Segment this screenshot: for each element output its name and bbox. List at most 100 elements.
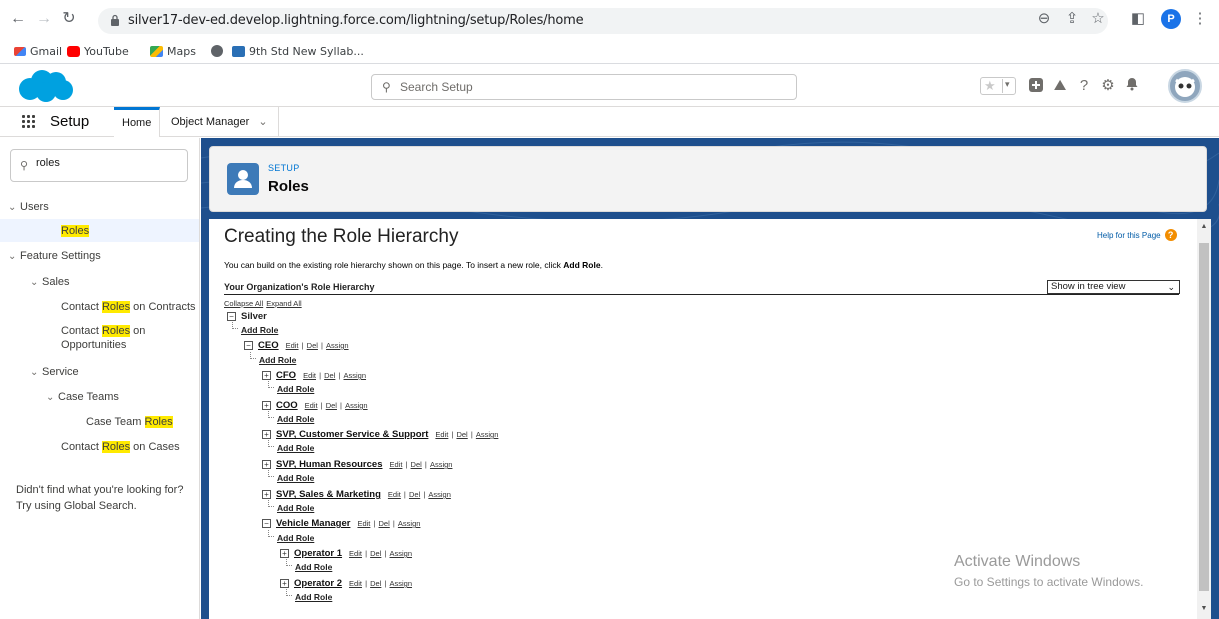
role-link-svp-customer-service[interactable]: SVP, Customer Service & Support — [276, 429, 428, 440]
role-link-operator-1[interactable]: Operator 1 — [294, 548, 342, 559]
gear-icon[interactable]: ⚙ — [1099, 77, 1117, 95]
edit-link[interactable]: Edit — [305, 401, 318, 410]
tree-node-service[interactable]: ⌄ Service — [30, 365, 79, 380]
tree-node-roles-selected[interactable] — [0, 219, 199, 242]
edit-link[interactable]: Edit — [349, 579, 362, 588]
role-link-svp-sales-marketing[interactable]: SVP, Sales & Marketing — [276, 489, 381, 500]
reload-icon[interactable]: ↻ — [59, 9, 79, 29]
assign-link[interactable]: Assign — [326, 341, 349, 350]
del-link[interactable]: Del — [411, 460, 422, 469]
expand-toggle-icon[interactable]: + — [262, 370, 271, 380]
share-icon[interactable]: ⇪ — [1062, 9, 1082, 29]
assign-link[interactable]: Assign — [428, 490, 451, 499]
assign-link[interactable]: Assign — [390, 549, 413, 558]
tree-node-case-teams[interactable]: ⌄ Case Teams — [46, 390, 119, 405]
edit-link[interactable]: Edit — [357, 519, 370, 528]
tree-node-feature-settings[interactable]: ⌄ Feature Settings — [8, 249, 101, 264]
role-link-cfo[interactable]: CFO — [276, 370, 296, 381]
favorites-button[interactable]: ★ ▾ — [980, 77, 1016, 95]
bookmark-maps[interactable]: Maps — [150, 45, 196, 58]
expand-toggle-icon[interactable]: + — [280, 578, 289, 588]
tree-node-contact-roles-cases[interactable]: Contact Roles on Cases — [61, 440, 180, 454]
tab-object-manager[interactable]: Object Manager ⌄ — [165, 107, 279, 137]
quick-find-input[interactable] — [36, 157, 176, 169]
edit-link[interactable]: Edit — [303, 371, 316, 380]
expand-toggle-icon[interactable]: + — [262, 459, 271, 469]
salesforce-logo-icon[interactable] — [16, 69, 74, 103]
del-link[interactable]: Del — [370, 579, 381, 588]
quick-find-box[interactable]: ⚲ — [10, 149, 188, 182]
role-link-coo[interactable]: COO — [276, 400, 298, 411]
edit-link[interactable]: Edit — [286, 341, 299, 350]
user-avatar[interactable] — [1168, 69, 1202, 103]
add-role-link[interactable]: Add Role — [277, 503, 314, 513]
view-mode-select[interactable]: Show in tree view ⌄ — [1047, 280, 1180, 294]
help-icon[interactable]: ? — [1075, 77, 1093, 95]
expand-all-link[interactable]: Expand All — [266, 299, 301, 308]
add-role-link[interactable]: Add Role — [295, 592, 332, 602]
add-role-link[interactable]: Add Role — [277, 473, 314, 483]
app-launcher-icon[interactable] — [22, 115, 36, 129]
bookmark-globe[interactable] — [211, 45, 223, 57]
role-link-operator-2[interactable]: Operator 2 — [294, 578, 342, 589]
role-link-ceo[interactable]: CEO — [258, 340, 279, 351]
scrollbar-thumb[interactable] — [1199, 243, 1209, 591]
assign-link[interactable]: Assign — [476, 430, 499, 439]
bookmark-star-icon[interactable]: ☆ — [1088, 9, 1108, 29]
add-role-link[interactable]: Add Role — [259, 355, 296, 365]
notification-bell-icon[interactable] — [1123, 77, 1141, 95]
role-link-svp-human-resources[interactable]: SVP, Human Resources — [276, 459, 382, 470]
tab-home[interactable]: Home — [114, 107, 161, 137]
bookmark-gmail[interactable]: Gmail — [14, 45, 62, 58]
role-link-vehicle-manager[interactable]: Vehicle Manager — [276, 518, 350, 529]
tree-node-contact-roles-opportunities[interactable]: Contact Roles on Opportunities — [61, 324, 145, 352]
side-panel-icon[interactable]: ◧ — [1128, 9, 1148, 29]
collapse-toggle-icon[interactable]: − — [262, 518, 271, 528]
assign-link[interactable]: Assign — [345, 401, 368, 410]
add-role-link[interactable]: Add Role — [277, 414, 314, 424]
zoom-icon[interactable]: ⊖ — [1034, 9, 1054, 29]
add-role-link[interactable]: Add Role — [295, 562, 332, 572]
assign-link[interactable]: Assign — [344, 371, 367, 380]
address-bar[interactable]: silver17-dev-ed.develop.lightning.force.… — [98, 8, 1108, 34]
panel-scrollbar[interactable]: ▲ ▼ — [1197, 219, 1211, 619]
scroll-down-arrow-icon[interactable]: ▼ — [1197, 605, 1211, 612]
forward-arrow-icon[interactable]: → — [34, 9, 54, 29]
help-for-page-link[interactable]: Help for this Page ? — [1097, 229, 1177, 241]
edit-link[interactable]: Edit — [349, 549, 362, 558]
expand-toggle-icon[interactable]: + — [262, 429, 271, 439]
add-role-link[interactable]: Add Role — [277, 443, 314, 453]
profile-avatar[interactable]: P — [1161, 9, 1181, 29]
global-search-link[interactable]: Try using Global Search. — [16, 498, 183, 514]
expand-toggle-icon[interactable]: + — [262, 489, 271, 499]
assign-link[interactable]: Assign — [390, 579, 413, 588]
del-link[interactable]: Del — [324, 371, 335, 380]
collapse-toggle-icon[interactable]: − — [244, 340, 253, 350]
scroll-up-arrow-icon[interactable]: ▲ — [1197, 223, 1211, 230]
bookmark-youtube[interactable]: YouTube — [67, 45, 129, 58]
tree-node-sales[interactable]: ⌄ Sales — [30, 275, 70, 290]
add-role-link[interactable]: Add Role — [277, 384, 314, 394]
expand-toggle-icon[interactable]: + — [280, 548, 289, 558]
global-actions-icon[interactable] — [1027, 77, 1045, 95]
add-role-link[interactable]: Add Role — [277, 533, 314, 543]
tree-node-case-team-roles[interactable]: Case Team Roles — [86, 415, 173, 429]
back-arrow-icon[interactable]: ← — [8, 9, 28, 29]
edit-link[interactable]: Edit — [435, 430, 448, 439]
del-link[interactable]: Del — [409, 490, 420, 499]
trailhead-icon[interactable]: ⛰ — [1051, 77, 1069, 95]
tree-node-contact-roles-contracts[interactable]: Contact Roles on Contracts — [61, 300, 196, 314]
bookmark-syllabus[interactable]: 9th Std New Syllab... — [232, 45, 364, 58]
tree-node-roles[interactable]: Roles — [61, 224, 90, 238]
assign-link[interactable]: Assign — [398, 519, 421, 528]
del-link[interactable]: Del — [326, 401, 337, 410]
assign-link[interactable]: Assign — [430, 460, 453, 469]
del-link[interactable]: Del — [379, 519, 390, 528]
expand-toggle-icon[interactable]: + — [262, 400, 271, 410]
del-link[interactable]: Del — [370, 549, 381, 558]
collapse-toggle-icon[interactable]: − — [227, 311, 236, 321]
del-link[interactable]: Del — [307, 341, 318, 350]
add-role-link[interactable]: Add Role — [241, 325, 278, 335]
collapse-all-link[interactable]: Collapse All — [224, 299, 263, 308]
search-setup-input[interactable]: ⚲ Search Setup — [371, 74, 797, 100]
